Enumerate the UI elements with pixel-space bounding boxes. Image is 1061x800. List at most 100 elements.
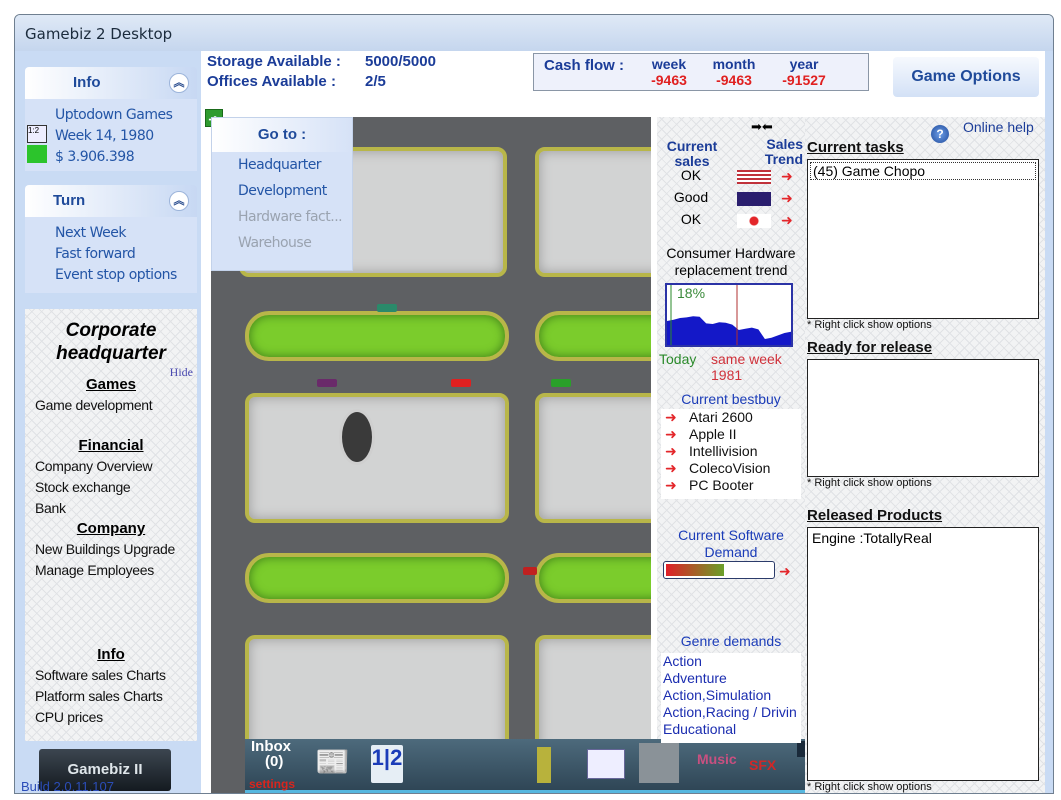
section-company: Company <box>76 520 146 537</box>
bestbuy-item[interactable]: ➜ PC Booter <box>661 477 801 494</box>
manage-employees-link[interactable]: Manage Employees <box>25 560 197 581</box>
trend-area <box>667 316 791 345</box>
software-demand-bar <box>663 561 775 579</box>
calendar-icon: 1:2 <box>27 125 47 143</box>
company-overview-link[interactable]: Company Overview <box>25 456 197 477</box>
online-help-link[interactable]: Online help <box>963 119 1034 135</box>
goto-headquarter[interactable]: Headquarter <box>212 152 352 178</box>
building-icon[interactable] <box>339 409 375 465</box>
bottom-dock: Inbox (0) settings 📰 1|2 Music SFX <box>245 739 817 793</box>
hardware-trend-title: Consumer Hardware replacement trend <box>666 245 796 278</box>
genre-demands-title: Genre demands <box>680 633 782 649</box>
swap-arrows-icon[interactable]: ➡⬅ <box>751 119 773 135</box>
money-balance: $ 3.906.398 <box>55 149 135 165</box>
game-development-link[interactable]: Game development <box>25 395 197 416</box>
current-sales-label: Current sales <box>666 138 718 169</box>
genre-demands-list: Action Adventure Action,Simulation Actio… <box>661 653 801 743</box>
title-bar: Gamebiz 2 Desktop <box>15 15 1053 51</box>
software-demand-fill <box>666 564 725 576</box>
map-block[interactable] <box>245 393 509 523</box>
fast-forward-link[interactable]: Fast forward <box>55 244 197 265</box>
bestbuy-list: ➜ Atari 2600 ➜ Apple II ➜ Intellivision ➜ Co… <box>661 409 801 499</box>
music-icon[interactable]: Music <box>697 751 737 767</box>
cashflow-year: year -91527 <box>782 56 826 88</box>
calendar-icon[interactable]: 1|2 <box>371 745 403 783</box>
bestbuy-item[interactable]: ➜ ColecoVision <box>661 460 801 477</box>
car <box>523 567 537 575</box>
hide-link[interactable]: Hide <box>170 365 193 380</box>
genre-item: Educational <box>663 721 737 737</box>
next-week-link[interactable]: Next Week <box>55 223 197 244</box>
section-info: Info <box>97 646 125 663</box>
bestbuy-item[interactable]: ➜ Atari 2600 <box>661 409 801 426</box>
office-building-icon[interactable] <box>537 747 551 783</box>
storage-value: 5000/5000 <box>365 53 436 70</box>
genre-item: Adventure <box>663 670 727 686</box>
released-products-list[interactable]: Engine :TotallyReal <box>807 527 1039 781</box>
trend-arrow-icon: ➜ <box>781 212 793 228</box>
hardware-trend-graph: 18% <box>665 283 793 347</box>
collapse-turn-button[interactable]: ︽ <box>169 191 189 211</box>
goto-hardware-factory: Hardware fact... <box>238 209 343 225</box>
ready-hint: * Right click show options <box>807 477 932 489</box>
animals-icon[interactable] <box>639 743 679 783</box>
top-bar: Storage Available : 5000/5000 Offices Av… <box>201 51 1045 115</box>
chart-icon[interactable] <box>587 749 625 779</box>
headquarter-panel: Corporate headquarter Hide Games Game dev… <box>25 309 197 741</box>
tasks-panel: ? Online help Current tasks (45) Game Ch… <box>805 117 1045 793</box>
new-buildings-upgrade-link[interactable]: New Buildings Upgrade <box>25 539 197 560</box>
usa-flag-icon <box>737 170 771 184</box>
section-financial: Financial <box>78 437 144 454</box>
current-tasks-label: Current tasks <box>807 139 904 156</box>
car <box>551 379 571 387</box>
game-options-button[interactable]: Game Options <box>893 57 1039 97</box>
goto-development[interactable]: Development <box>212 178 352 204</box>
ready-for-release-list[interactable] <box>807 359 1039 477</box>
software-demand-title: Current Software Demand <box>678 527 784 560</box>
offices-label: Offices Available : <box>207 73 336 90</box>
help-icon[interactable]: ? <box>931 125 949 143</box>
goto-title: Go to : <box>212 118 352 152</box>
current-tasks-list[interactable]: (45) Game Chopo <box>807 159 1039 319</box>
map-park <box>245 311 509 361</box>
info-panel-header[interactable]: Info ︽ <box>25 67 197 99</box>
event-stop-options-link[interactable]: Event stop options <box>55 265 197 286</box>
collapse-info-button[interactable]: ︽ <box>169 73 189 93</box>
bestbuy-title: Current bestbuy <box>681 391 781 407</box>
sales-row-europe: Good ➜ <box>673 189 793 206</box>
task-item[interactable]: (45) Game Chopo <box>810 162 1036 180</box>
bank-link[interactable]: Bank <box>25 498 197 519</box>
settings-link[interactable]: settings <box>249 777 295 791</box>
headquarter-building[interactable] <box>535 393 651 523</box>
car <box>317 379 337 387</box>
headquarter-title: Corporate headquarter <box>56 320 166 364</box>
bestbuy-item[interactable]: ➜ Intellivision <box>661 443 801 460</box>
inbox-button[interactable]: Inbox (0) <box>251 739 291 769</box>
newspaper-icon[interactable]: 📰 <box>315 745 350 778</box>
car <box>377 304 397 312</box>
cashflow-month: month -9463 <box>712 56 756 88</box>
money-icon <box>27 145 47 163</box>
sfx-icon[interactable]: SFX <box>749 757 776 773</box>
cpu-prices-link[interactable]: CPU prices <box>25 707 197 728</box>
bestbuy-item[interactable]: ➜ Apple II <box>661 426 801 443</box>
released-item[interactable]: Engine :TotallyReal <box>808 528 1038 548</box>
turn-panel-body: Next Week Fast forward Event stop option… <box>25 217 197 293</box>
map-block[interactable] <box>535 147 651 277</box>
same-week-label: same week <box>711 351 782 367</box>
stats-panel: ➡⬅ Current sales Sales Trend OK ➜ Good ➜… <box>657 117 805 743</box>
app-window: Gamebiz 2 Desktop GB 2 Info ︽ 1:2 Uptodo… <box>14 14 1054 794</box>
genre-item: Action,Simulation <box>663 687 772 703</box>
ready-for-release-label: Ready for release <box>807 339 933 356</box>
platform-sales-charts-link[interactable]: Platform sales Charts <box>25 686 197 707</box>
eu-flag-icon <box>737 192 771 206</box>
storage-label: Storage Available : <box>207 53 341 70</box>
stock-exchange-link[interactable]: Stock exchange <box>25 477 197 498</box>
software-sales-charts-link[interactable]: Software sales Charts <box>25 665 197 686</box>
trend-arrow-icon: ➜ <box>781 168 793 184</box>
trend-arrow-icon: ➜ <box>781 190 793 206</box>
turn-panel-header[interactable]: Turn ︽ <box>25 185 197 217</box>
demand-arrow-icon: ➜ <box>779 563 791 579</box>
current-tasks-hint: * Right click show options <box>807 319 932 331</box>
cashflow-week: week -9463 <box>651 56 687 88</box>
